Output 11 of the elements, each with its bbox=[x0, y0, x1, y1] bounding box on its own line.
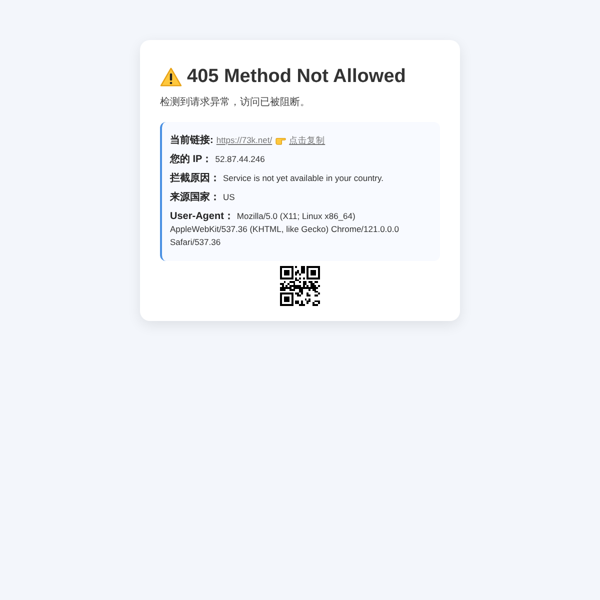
copy-link[interactable]: https://73k.net/ 点击复制 bbox=[216, 134, 326, 147]
detail-line: 拦截原因： Service is not yet available in your country. bbox=[170, 172, 384, 185]
pointing-hand-icon bbox=[275, 136, 286, 145]
detail-line: 来源国家： US bbox=[170, 191, 236, 204]
subtitle-text: 检测到请求异常，访问已被阻断。 bbox=[160, 96, 311, 110]
field-label: 当前链接: bbox=[170, 135, 214, 146]
warning-icon bbox=[160, 67, 182, 87]
detail-line: User-Agent： Mozilla/5.0 (X11; Linux x86_64) AppleWebKit/537.36 (KHTML, like Gecko) Chrome/121.0.0.0 Safari/537.36 bbox=[170, 210, 400, 249]
detail-line: 您的 IP： 52.87.44.246 bbox=[170, 153, 266, 166]
qr-code bbox=[280, 266, 320, 306]
page-title: 405 Method Not Allowed bbox=[187, 65, 406, 89]
